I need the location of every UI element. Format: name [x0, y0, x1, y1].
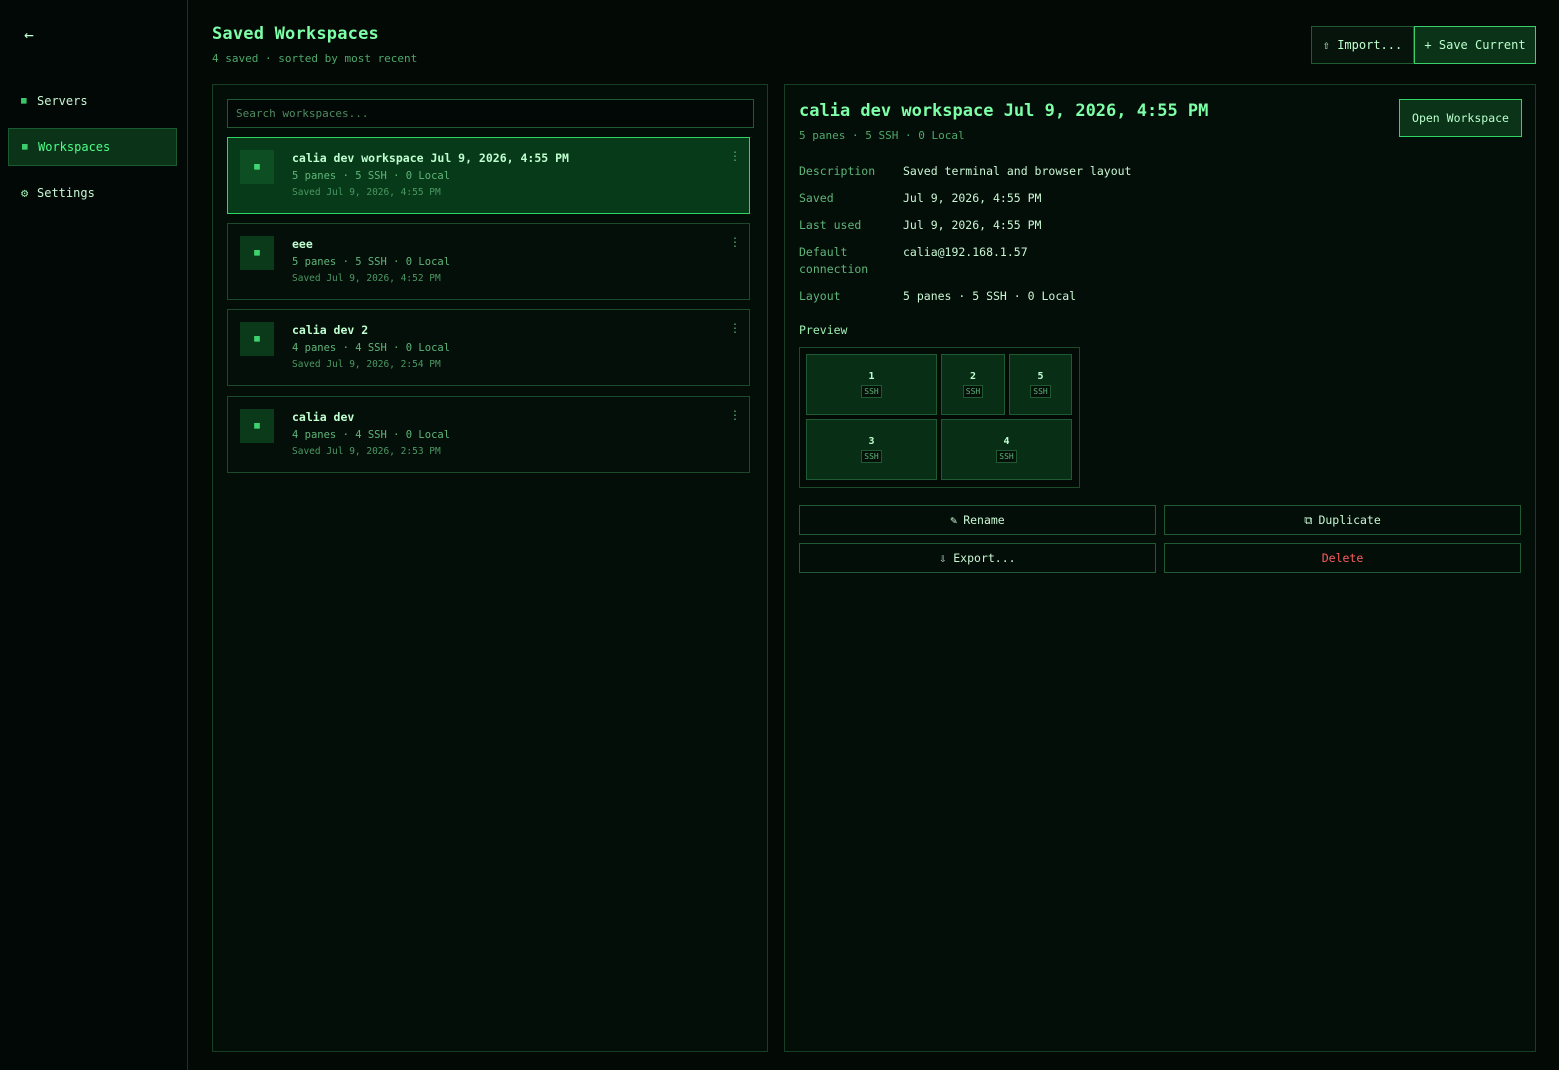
more-options-icon[interactable]: ⋮	[729, 321, 741, 337]
workspace-card[interactable]: ▦ calia dev 4 panes · 4 SSH · 0 Local Sa…	[227, 396, 750, 473]
pane-type-badge: SSH	[962, 385, 984, 398]
rename-button[interactable]: ✎ Rename	[799, 505, 1156, 535]
duplicate-icon: ⧉	[1304, 512, 1313, 527]
preview-pane: 4 SSH	[941, 419, 1072, 480]
more-options-icon[interactable]: ⋮	[729, 408, 741, 424]
property-value: Jul 9, 2026, 4:55 PM	[903, 218, 1042, 232]
sidebar-item-settings[interactable]: ⚙ Settings	[8, 174, 177, 212]
workspace-name: calia dev workspace Jul 9, 2026, 4:55 PM	[292, 151, 569, 165]
pane-number: 1	[868, 371, 875, 382]
export-button[interactable]: ⇩ Export...	[799, 543, 1156, 573]
preview-pane: 5 SSH	[1009, 354, 1072, 415]
property-row: Saved Jul 9, 2026, 4:55 PM	[799, 190, 1399, 207]
preview-pane: 1 SSH	[806, 354, 937, 415]
pane-type-badge: SSH	[996, 450, 1017, 463]
rename-label: Rename	[963, 513, 1005, 527]
workspace-meta: 4 panes · 4 SSH · 0 Local	[292, 342, 451, 354]
detail-title: calia dev workspace Jul 9, 2026, 4:55 PM	[799, 101, 1209, 121]
property-value: Jul 9, 2026, 4:55 PM	[903, 191, 1042, 205]
pane-number: 5	[1037, 371, 1044, 382]
pane-number: 4	[1003, 436, 1010, 447]
property-row: Description Saved terminal and browser l…	[799, 163, 1399, 180]
property-value: calia@192.168.1.57	[903, 245, 1028, 259]
property-key: Description	[799, 164, 876, 178]
sidebar-item-workspaces[interactable]: ▦ Workspaces	[8, 128, 177, 166]
save-current-button[interactable]: + Save Current	[1414, 26, 1536, 64]
workspace-icon: ▦	[240, 409, 274, 443]
preview-label: Preview	[799, 323, 848, 337]
import-button[interactable]: ⇧ Import...	[1311, 26, 1414, 64]
detail-subtitle: 5 panes · 5 SSH · 0 Local	[799, 129, 965, 142]
more-options-icon[interactable]: ⋮	[729, 149, 741, 165]
page-title: Saved Workspaces	[212, 24, 379, 44]
sidebar-item-servers[interactable]: ▦ Servers	[8, 82, 177, 120]
pencil-icon: ✎	[950, 513, 958, 527]
property-row: Default connection calia@192.168.1.57	[799, 244, 1399, 278]
pane-type-badge: SSH	[861, 450, 882, 463]
workspace-detail-panel: calia dev workspace Jul 9, 2026, 4:55 PM…	[784, 84, 1536, 1052]
page-subtitle: 4 saved · sorted by most recent	[212, 52, 418, 65]
workspace-meta: 4 panes · 4 SSH · 0 Local	[292, 429, 451, 441]
workspace-saved-date: Saved Jul 9, 2026, 4:52 PM	[292, 273, 441, 284]
sidebar: ← ▦ Servers ▦ Workspaces ⚙ Settings	[0, 0, 188, 1070]
workspace-saved-date: Saved Jul 9, 2026, 2:54 PM	[292, 359, 441, 370]
property-key: Last used	[799, 218, 862, 232]
workspace-meta: 5 panes · 5 SSH · 0 Local	[292, 256, 451, 268]
gear-icon: ⚙	[21, 186, 29, 200]
workspace-icon: ▦	[240, 236, 274, 270]
pane-type-badge: SSH	[861, 385, 882, 398]
property-row: Layout 5 panes · 5 SSH · 0 Local	[799, 288, 1399, 305]
workspace-card[interactable]: ▦ eee 5 panes · 5 SSH · 0 Local Saved Ju…	[227, 223, 750, 300]
workspaces-icon: ▦	[22, 142, 28, 152]
sidebar-item-label: Servers	[37, 94, 88, 108]
workspace-icon: ▦	[240, 150, 274, 184]
open-workspace-button[interactable]: Open Workspace	[1399, 99, 1522, 137]
property-key: Layout	[799, 289, 841, 303]
search-input[interactable]	[227, 99, 754, 128]
workspace-card[interactable]: ▦ calia dev workspace Jul 9, 2026, 4:55 …	[227, 137, 750, 214]
workspace-saved-date: Saved Jul 9, 2026, 4:55 PM	[292, 187, 441, 198]
property-key: Saved	[799, 191, 834, 205]
layout-preview: 1 SSH 2 SSH 5 SSH 3 SSH 4 SSH	[799, 347, 1080, 488]
detail-properties: Description Saved terminal and browser l…	[799, 163, 1399, 315]
sidebar-item-label: Workspaces	[38, 140, 111, 154]
duplicate-button[interactable]: ⧉ Duplicate	[1164, 505, 1521, 535]
workspace-saved-date: Saved Jul 9, 2026, 2:53 PM	[292, 446, 441, 457]
workspace-name: calia dev	[292, 410, 355, 424]
workspace-name: calia dev 2	[292, 323, 369, 337]
back-arrow-icon[interactable]: ←	[18, 24, 40, 46]
pane-type-badge: SSH	[1030, 385, 1051, 398]
workspace-meta: 5 panes · 5 SSH · 0 Local	[292, 170, 451, 182]
duplicate-label: Duplicate	[1318, 513, 1381, 527]
preview-pane: 3 SSH	[806, 419, 937, 480]
property-value: Saved terminal and browser layout	[903, 164, 1132, 178]
pane-number: 3	[868, 436, 875, 447]
workspace-list-panel: ▦ calia dev workspace Jul 9, 2026, 4:55 …	[212, 84, 768, 1052]
workspace-icon: ▦	[240, 322, 274, 356]
servers-icon: ▦	[21, 96, 27, 106]
app-window: ← ▦ Servers ▦ Workspaces ⚙ Settings Save…	[0, 0, 1559, 1070]
property-row: Last used Jul 9, 2026, 4:55 PM	[799, 217, 1399, 234]
pane-number: 2	[969, 371, 977, 382]
delete-button[interactable]: Delete	[1164, 543, 1521, 573]
workspace-name: eee	[292, 237, 313, 251]
sidebar-item-label: Settings	[37, 186, 95, 200]
property-key: Default connection	[799, 245, 869, 276]
property-value: 5 panes · 5 SSH · 0 Local	[903, 289, 1077, 303]
workspace-card[interactable]: ▦ calia dev 2 4 panes · 4 SSH · 0 Local …	[227, 309, 750, 386]
more-options-icon[interactable]: ⋮	[729, 235, 741, 251]
preview-pane: 2 SSH	[941, 354, 1005, 415]
